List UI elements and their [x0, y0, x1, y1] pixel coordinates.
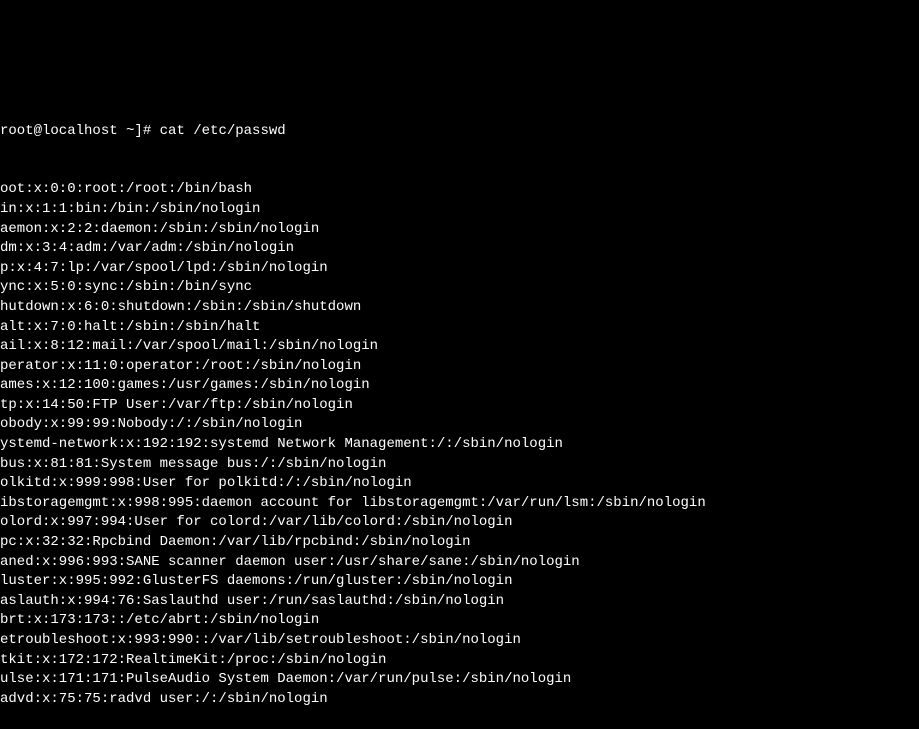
output-line: ystemd-network:x:192:192:systemd Network… [0, 435, 919, 455]
output-line: alt:x:7:0:halt:/sbin:/sbin/halt [0, 318, 919, 338]
output-line: perator:x:11:0:operator:/root:/sbin/nolo… [0, 357, 919, 377]
command-line: root@localhost ~]# cat /etc/passwd [0, 122, 919, 142]
output-line: dm:x:3:4:adm:/var/adm:/sbin/nologin [0, 239, 919, 259]
output-line: luster:x:995:992:GlusterFS daemons:/run/… [0, 572, 919, 592]
output-line: in:x:1:1:bin:/bin:/sbin/nologin [0, 200, 919, 220]
output-line: etroubleshoot:x:993:990::/var/lib/setrou… [0, 631, 919, 651]
output-line: ail:x:8:12:mail:/var/spool/mail:/sbin/no… [0, 337, 919, 357]
output-line: olkitd:x:999:998:User for polkitd:/:/sbi… [0, 474, 919, 494]
output-line: ulse:x:171:171:PulseAudio System Daemon:… [0, 670, 919, 690]
command-text: cat /etc/passwd [160, 122, 286, 142]
output-line: olord:x:997:994:User for colord:/var/lib… [0, 513, 919, 533]
output-line: brt:x:173:173::/etc/abrt:/sbin/nologin [0, 611, 919, 631]
output-line: tkit:x:172:172:RealtimeKit:/proc:/sbin/n… [0, 651, 919, 671]
output-line: bus:x:81:81:System message bus:/:/sbin/n… [0, 455, 919, 475]
output-line: oot:x:0:0:root:/root:/bin/bash [0, 180, 919, 200]
output-line: p:x:4:7:lp:/var/spool/lpd:/sbin/nologin [0, 259, 919, 279]
command-output: oot:x:0:0:root:/root:/bin/bashin:x:1:1:b… [0, 180, 919, 709]
output-line: hutdown:x:6:0:shutdown:/sbin:/sbin/shutd… [0, 298, 919, 318]
shell-prompt: root@localhost ~]# [0, 122, 160, 142]
output-line: advd:x:75:75:radvd user:/:/sbin/nologin [0, 690, 919, 710]
output-line: ync:x:5:0:sync:/sbin:/bin/sync [0, 278, 919, 298]
output-line: aemon:x:2:2:daemon:/sbin:/sbin/nologin [0, 220, 919, 240]
output-line: aslauth:x:994:76:Saslauthd user:/run/sas… [0, 592, 919, 612]
output-line: ames:x:12:100:games:/usr/games:/sbin/nol… [0, 376, 919, 396]
output-line: aned:x:996:993:SANE scanner daemon user:… [0, 553, 919, 573]
terminal-window[interactable]: root@localhost ~]# cat /etc/passwd oot:x… [0, 82, 919, 611]
output-line: ibstoragemgmt:x:998:995:daemon account f… [0, 494, 919, 514]
output-line: pc:x:32:32:Rpcbind Daemon:/var/lib/rpcbi… [0, 533, 919, 553]
output-line: tp:x:14:50:FTP User:/var/ftp:/sbin/nolog… [0, 396, 919, 416]
output-line: obody:x:99:99:Nobody:/:/sbin/nologin [0, 415, 919, 435]
